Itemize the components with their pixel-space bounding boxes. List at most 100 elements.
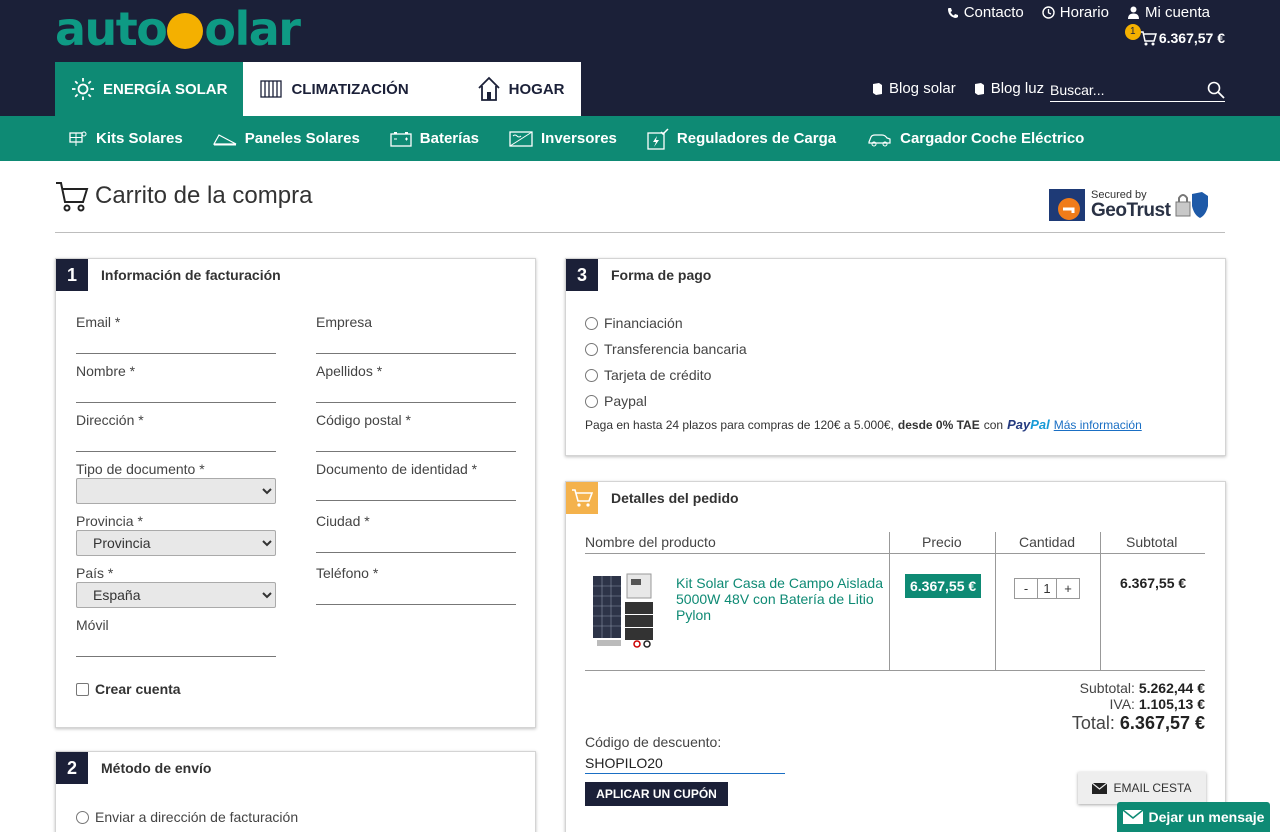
shipping-radio[interactable] — [76, 810, 89, 824]
qty-increase-button[interactable]: + — [1057, 579, 1079, 598]
category-kits-solares[interactable]: Kits Solares — [68, 130, 183, 148]
category-paneles-solares[interactable]: Paneles Solares — [212, 130, 360, 147]
product-name-link[interactable]: Kit Solar Casa de Campo Aislada 5000W 48… — [676, 575, 886, 623]
movil-field[interactable]: Móvil — [76, 617, 276, 657]
crear-cuenta-label: Crear cuenta — [95, 681, 181, 697]
apellidos-input-line[interactable] — [316, 402, 516, 403]
order-title: Detalles del pedido — [611, 490, 739, 506]
leave-message-label: Dejar un mensaje — [1148, 809, 1265, 825]
contact-label: Contacto — [963, 4, 1024, 21]
category-cargador-coche[interactable]: Cargador Coche Eléctrico — [866, 130, 1084, 147]
blog-luz-link[interactable]: Blog luz — [974, 80, 1044, 97]
category-baterias[interactable]: Baterías — [390, 130, 479, 147]
shopping-cart-icon — [56, 182, 89, 212]
line-subtotal: 6.367,55 € — [1120, 575, 1187, 591]
payment-option-tarjeta[interactable]: Tarjeta de crédito — [585, 367, 711, 383]
telefono-label: Teléfono * — [316, 565, 379, 581]
col-product-header: Nombre del producto — [585, 534, 716, 550]
payment-radio[interactable] — [585, 342, 598, 356]
tab-hogar[interactable]: HOGAR — [424, 62, 581, 116]
email-field[interactable]: Email * — [76, 314, 276, 354]
step-number: 2 — [56, 752, 88, 784]
nombre-input-line[interactable] — [76, 402, 276, 403]
payment-option-paypal[interactable]: Paypal — [585, 393, 647, 409]
shipping-panel-header: 2 Método de envío — [56, 752, 211, 784]
billing-panel-header: 1 Información de facturación — [56, 259, 281, 291]
search-input[interactable] — [1050, 81, 1190, 98]
paypal-logo-pal: Pal — [1030, 417, 1050, 432]
schedule-link[interactable]: Horario — [1042, 4, 1109, 21]
email-cart-button[interactable]: EMAIL CESTA — [1078, 772, 1206, 804]
blog-links: Blog solar Blog luz — [872, 80, 1044, 97]
category-bar: Kits Solares Paneles Solares Baterías In… — [0, 116, 1280, 161]
email-input-line[interactable] — [76, 353, 276, 354]
step-number: 3 — [566, 259, 598, 291]
category-inversores[interactable]: Inversores — [509, 130, 617, 147]
more-info-link[interactable]: Más información — [1054, 418, 1142, 432]
order-cart-badge — [566, 482, 598, 514]
tab-climatizacion[interactable]: CLIMATIZACIÓN — [243, 62, 425, 116]
codigo-postal-input-line[interactable] — [316, 451, 516, 452]
tipo-documento-select[interactable] — [76, 478, 276, 504]
ciudad-field[interactable]: Ciudad * — [316, 513, 516, 553]
nombre-field[interactable]: Nombre * — [76, 363, 276, 403]
codigo-postal-field[interactable]: Código postal * — [316, 412, 516, 452]
shipping-panel: 2 Método de envío Enviar a dirección de … — [55, 751, 536, 832]
inverter-icon — [509, 130, 533, 147]
documento-identidad-field[interactable]: Documento de identidad * — [316, 461, 516, 501]
telefono-input-line[interactable] — [316, 604, 516, 605]
blog-solar-link[interactable]: Blog solar — [872, 80, 956, 97]
contact-link[interactable]: Contacto — [947, 4, 1024, 21]
pais-select[interactable]: España — [76, 582, 276, 608]
email-cart-label: EMAIL CESTA — [1113, 781, 1192, 795]
book-icon — [873, 82, 882, 95]
crear-cuenta-option[interactable]: Crear cuenta — [76, 681, 181, 697]
direccion-input-line[interactable] — [76, 451, 276, 452]
provincia-select[interactable]: Provincia — [76, 530, 276, 556]
tab-energia-solar[interactable]: ENERGÍA SOLAR — [55, 62, 244, 116]
coupon-input[interactable] — [585, 752, 785, 774]
col-price-header: Precio — [922, 534, 962, 550]
crear-cuenta-checkbox[interactable] — [76, 682, 89, 696]
header-cart[interactable]: 1 6.367,57 € — [1124, 24, 1225, 46]
order-totals: Subtotal: 5.262,44 € IVA: 1.105,13 € Tot… — [1072, 680, 1205, 734]
shipping-option-label: Enviar a dirección de facturación — [95, 809, 299, 825]
payment-radio[interactable] — [585, 368, 598, 382]
geotrust-seal[interactable]: Secured by GeoTrust — [1049, 186, 1225, 224]
apellidos-field[interactable]: Apellidos * — [316, 363, 516, 403]
ciudad-input-line[interactable] — [316, 552, 516, 553]
category-reguladores-carga[interactable]: Reguladores de Carga — [647, 127, 836, 150]
cart-icon — [1139, 31, 1157, 46]
qty-value[interactable]: 1 — [1037, 579, 1057, 598]
book-icon — [974, 82, 984, 95]
payment-option-transferencia[interactable]: Transferencia bancaria — [585, 341, 747, 357]
shipping-option-billing-address[interactable]: Enviar a dirección de facturación — [76, 809, 298, 825]
empresa-field[interactable]: Empresa — [316, 314, 516, 354]
payment-radio[interactable] — [585, 394, 598, 408]
envelope-icon — [1092, 782, 1108, 794]
provincia-label: Provincia * — [76, 513, 143, 529]
autosolar-logo[interactable]: auto olar — [55, 2, 301, 56]
top-header: auto olar Contacto Horario Mi cuenta 1 6.… — [0, 0, 1280, 116]
paypal-note-text: Paga en hasta 24 plazos para compras de … — [585, 417, 894, 432]
product-price: 6.367,55 € — [905, 574, 982, 598]
movil-input-line[interactable] — [76, 656, 276, 657]
col-subtotal-header: Subtotal — [1126, 534, 1178, 550]
subtotal-value: 5.262,44 € — [1138, 680, 1205, 696]
search-icon[interactable] — [1207, 81, 1225, 99]
payment-option-financiacion[interactable]: Financiación — [585, 315, 683, 331]
leave-message-button[interactable]: Dejar un mensaje — [1117, 802, 1270, 832]
account-link[interactable]: Mi cuenta — [1127, 4, 1210, 21]
product-image[interactable] — [591, 572, 655, 650]
telefono-field[interactable]: Teléfono * — [316, 565, 516, 605]
empresa-input-line[interactable] — [316, 353, 516, 354]
direccion-field[interactable]: Dirección * — [76, 412, 276, 452]
qty-decrease-button[interactable]: - — [1015, 579, 1037, 598]
blog-solar-label: Blog solar — [889, 80, 956, 97]
user-icon — [1127, 6, 1139, 19]
blog-luz-label: Blog luz — [990, 80, 1045, 97]
paypal-logo-pay: Pay — [1007, 417, 1031, 432]
apply-coupon-button[interactable]: APLICAR UN CUPÓN — [585, 782, 728, 806]
payment-radio[interactable] — [585, 316, 598, 330]
documento-identidad-input-line[interactable] — [316, 500, 516, 501]
